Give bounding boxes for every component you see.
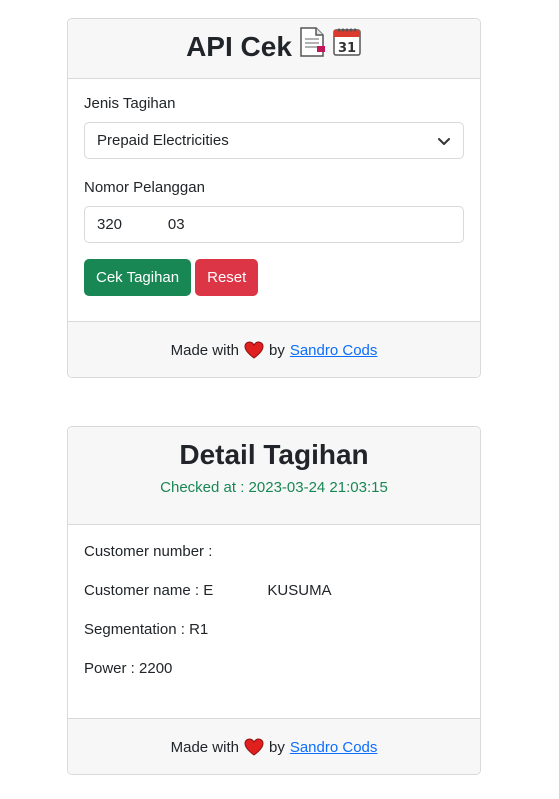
- footer-made-with-text: Made with: [170, 738, 239, 756]
- bill-detail-card: Detail Tagihan Checked at : 2023-03-24 2…: [67, 426, 481, 775]
- author-link[interactable]: Sandro Cods: [290, 739, 378, 756]
- reset-button[interactable]: Reset: [195, 259, 259, 296]
- checked-at-text: Checked at : 2023-03-24 21:03:15: [160, 479, 388, 496]
- api-check-card: API Cek 31 Jenis Tagihan Prepaid Electri…: [67, 18, 481, 378]
- customer-number-label: Nomor Pelanggan: [84, 179, 205, 196]
- footer-made-with-text: Made with: [170, 341, 239, 359]
- check-bill-button[interactable]: Cek Tagihan: [84, 259, 192, 296]
- heart-icon: [244, 738, 264, 756]
- action-buttons: Cek Tagihan Reset: [84, 259, 464, 296]
- calendar-icon: 31: [332, 27, 362, 66]
- customer-number-row: Customer number :: [84, 543, 213, 560]
- page-title: API Cek 31: [186, 27, 362, 66]
- bill-detail-header: Detail Tagihan Checked at : 2023-03-24 2…: [68, 427, 480, 525]
- bill-detail-title: Detail Tagihan: [179, 439, 369, 470]
- bill-detail-footer: Made with by Sandro Cods: [68, 718, 480, 774]
- bill-type-value: Prepaid Electricities: [97, 132, 229, 149]
- customer-name-row: Customer name : E KUSUMA: [84, 582, 332, 599]
- footer-by-text: by: [268, 738, 285, 756]
- api-check-body: Jenis Tagihan Prepaid Electricities Nomo…: [68, 79, 480, 321]
- api-check-title: API Cek: [186, 30, 292, 62]
- segmentation-row: Segmentation : R1: [84, 621, 209, 638]
- bill-type-label: Jenis Tagihan: [84, 95, 176, 112]
- bill-detail-body: Customer number : Customer name : E KUSU…: [68, 525, 480, 718]
- api-check-header: API Cek 31: [68, 19, 480, 79]
- footer-by-text: by: [268, 341, 285, 359]
- author-link[interactable]: Sandro Cods: [290, 342, 378, 359]
- heart-icon: [244, 341, 264, 359]
- page-facing-up-icon: [298, 27, 326, 66]
- api-check-footer: Made with by Sandro Cods: [68, 321, 480, 377]
- svg-text:31: 31: [338, 41, 356, 56]
- bill-type-select[interactable]: Prepaid Electricities: [84, 122, 464, 159]
- customer-number-input[interactable]: 320 03: [84, 206, 464, 243]
- power-row: Power : 2200: [84, 660, 173, 677]
- chevron-down-icon: [438, 137, 450, 145]
